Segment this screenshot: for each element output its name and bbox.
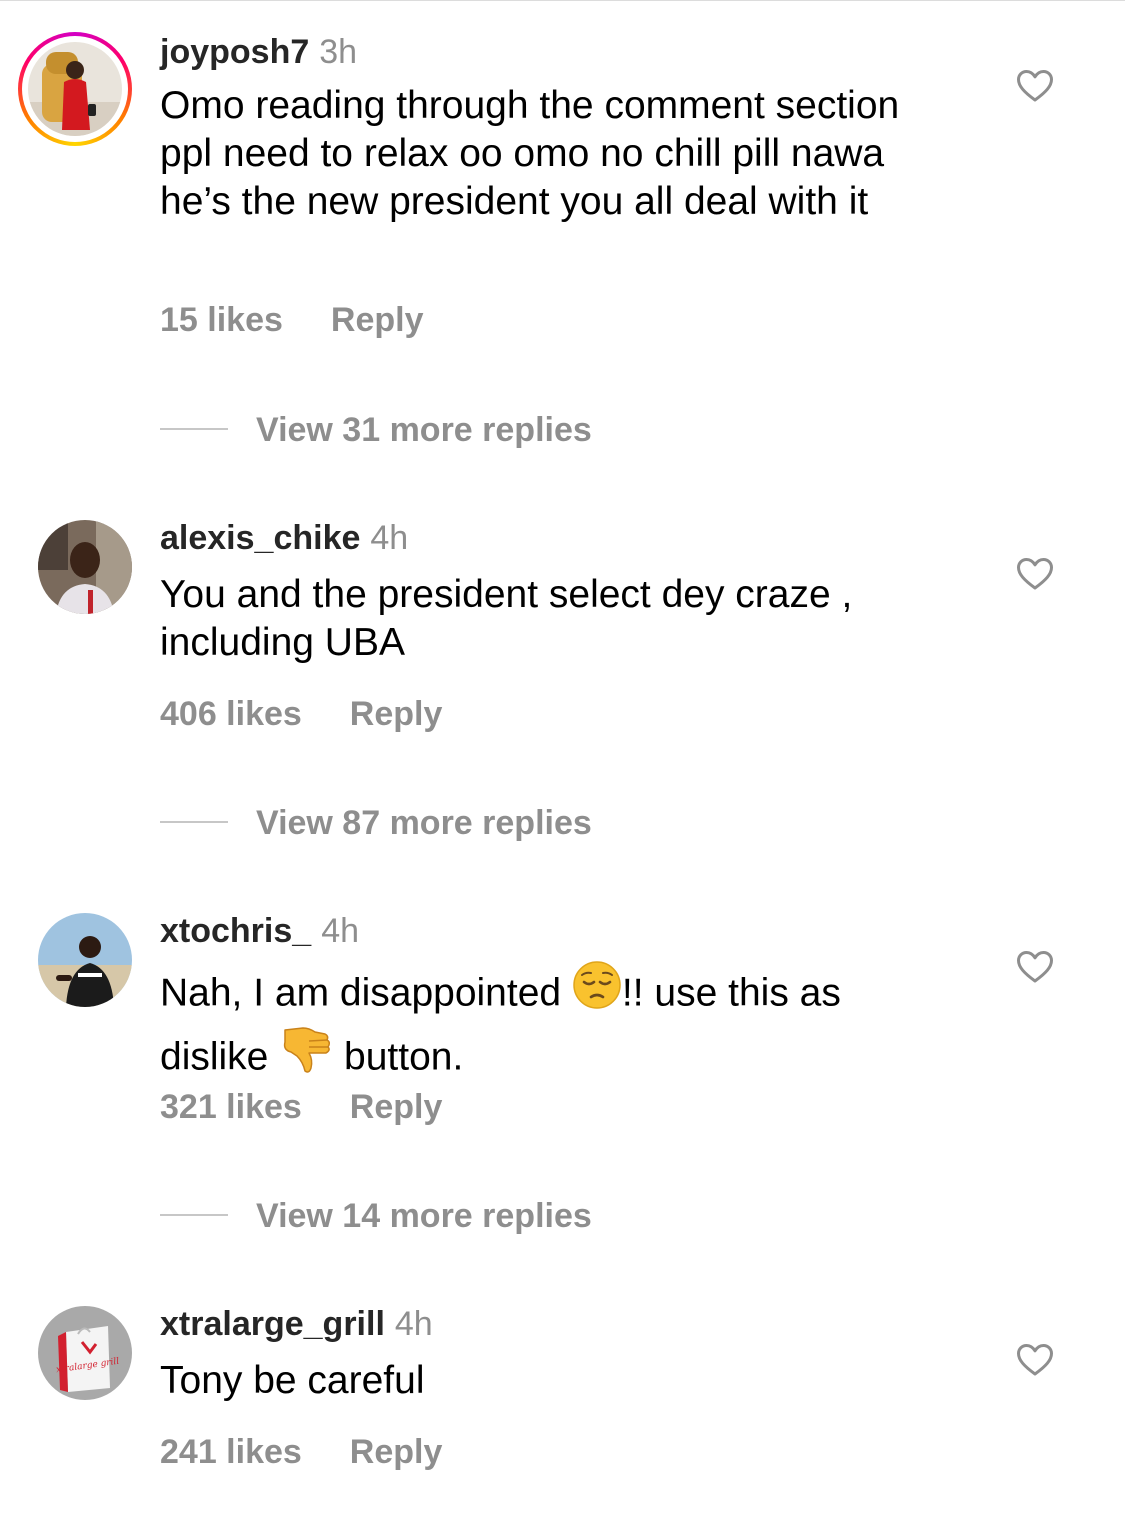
avatar: [28, 42, 122, 136]
heart-outline-icon[interactable]: [1016, 1343, 1054, 1377]
likes-count[interactable]: 321 likes: [160, 1088, 302, 1126]
pensive-face-emoji: [572, 960, 622, 1022]
thumbs-down-emoji: [279, 1022, 333, 1088]
heart-outline-icon[interactable]: [1016, 950, 1054, 984]
replies-divider: [160, 1214, 228, 1217]
timestamp: 3h: [319, 33, 358, 71]
timestamp: 4h: [321, 912, 360, 950]
comment-header: xtochris_ 4h: [160, 911, 359, 951]
avatar[interactable]: xtralarge grill: [38, 1306, 132, 1400]
replies-divider: [160, 428, 228, 431]
timestamp: 4h: [394, 1305, 433, 1343]
avatar[interactable]: [38, 520, 132, 614]
view-replies-button[interactable]: View 31 more replies: [160, 410, 592, 450]
comment-header: alexis_chike 4h: [160, 518, 408, 558]
reply-button[interactable]: Reply: [350, 1433, 443, 1471]
comment-text: Nah, I am disappointed !! use this as di…: [160, 961, 960, 1092]
comment-meta: 321 likes Reply: [160, 1087, 442, 1127]
reply-button[interactable]: Reply: [331, 301, 424, 339]
likes-count[interactable]: 406 likes: [160, 695, 302, 733]
comment-meta: 406 likes Reply: [160, 694, 442, 734]
top-divider: [0, 0, 1125, 1]
username[interactable]: xtralarge_grill: [160, 1305, 385, 1343]
story-ring-avatar[interactable]: [18, 32, 132, 146]
username[interactable]: alexis_chike: [160, 519, 360, 557]
comment-header: xtralarge_grill 4h: [160, 1304, 433, 1344]
comment-text: Tony be careful: [160, 1359, 425, 1402]
heart-outline-icon[interactable]: [1016, 69, 1054, 103]
reply-button[interactable]: Reply: [350, 1088, 443, 1126]
view-replies-button[interactable]: View 14 more replies: [160, 1196, 592, 1236]
username[interactable]: xtochris_: [160, 912, 311, 950]
replies-divider: [160, 821, 228, 824]
reply-button[interactable]: Reply: [350, 695, 443, 733]
timestamp: 4h: [370, 519, 409, 557]
likes-count[interactable]: 15 likes: [160, 301, 283, 339]
view-replies-button[interactable]: View 87 more replies: [160, 803, 592, 843]
comment-meta: 15 likes Reply: [160, 300, 423, 340]
heart-outline-icon[interactable]: [1016, 557, 1054, 591]
comment-header: joyposh7 3h: [160, 32, 357, 72]
avatar[interactable]: [38, 913, 132, 1007]
comment-meta: 241 likes Reply: [160, 1432, 442, 1472]
username[interactable]: joyposh7: [160, 33, 309, 71]
comment-text: You and the president select dey craze ,…: [160, 573, 853, 664]
comment-text: Omo reading through the comment section …: [160, 84, 900, 223]
likes-count[interactable]: 241 likes: [160, 1433, 302, 1471]
